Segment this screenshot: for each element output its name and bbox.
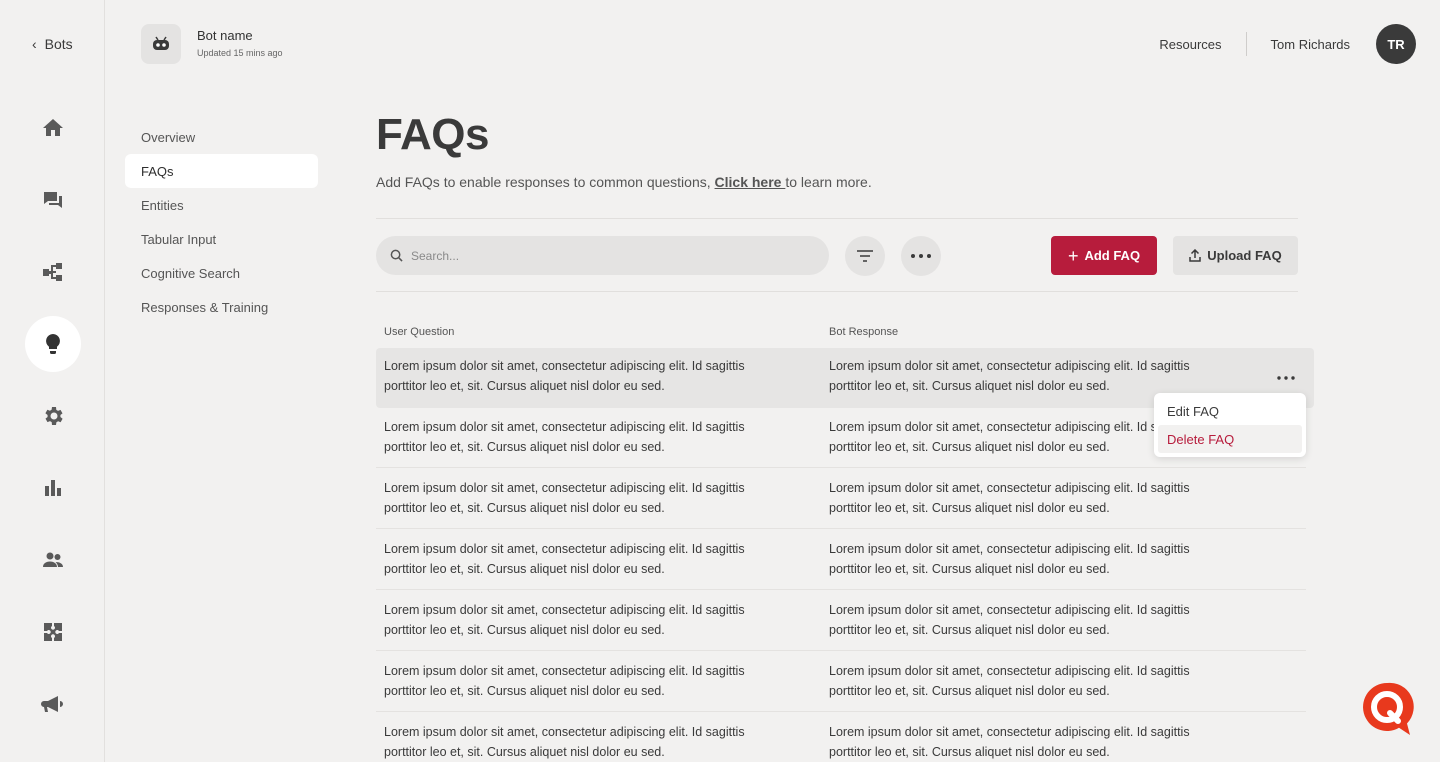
more-horizontal-icon [911, 254, 931, 258]
more-horizontal-icon [1277, 376, 1295, 380]
megaphone-icon [41, 696, 63, 712]
row-more-button[interactable] [1274, 368, 1298, 388]
rail-broadcasts[interactable] [25, 676, 81, 732]
back-label: Bots [44, 36, 73, 52]
page-desc-after: to learn more. [785, 174, 872, 190]
subnav-item-responses-training[interactable]: Responses & Training [125, 290, 318, 324]
row-divider [376, 528, 1306, 529]
upload-icon [1189, 249, 1202, 262]
table-row[interactable]: Lorem ipsum dolor sit amet, consectetur … [376, 714, 1306, 762]
filter-icon [857, 250, 873, 262]
users-icon [43, 552, 63, 567]
rail-integrations[interactable] [25, 604, 81, 660]
table-row[interactable]: Lorem ipsum dolor sit amet, consectetur … [376, 592, 1306, 652]
bot-response-cell: Lorem ipsum dolor sit amet, consectetur … [829, 725, 1190, 759]
home-icon [43, 119, 63, 136]
user-question-cell: Lorem ipsum dolor sit amet, consectetur … [384, 420, 745, 454]
lightbulb-icon [46, 334, 60, 354]
bot-response-cell: Lorem ipsum dolor sit amet, consectetur … [829, 481, 1190, 515]
rail-home[interactable] [25, 100, 81, 156]
column-header-question: User Question [384, 326, 455, 338]
rail-settings[interactable] [25, 388, 81, 444]
row-divider [376, 467, 1306, 468]
user-question-cell: Lorem ipsum dolor sit amet, consectetur … [384, 542, 745, 576]
bot-response-cell: Lorem ipsum dolor sit amet, consectetur … [829, 664, 1190, 698]
divider-toolbar [376, 291, 1298, 292]
left-rail: ‹ Bots [0, 0, 105, 762]
rail-knowledge[interactable] [25, 316, 81, 372]
table-row[interactable]: Lorem ipsum dolor sit amet, consectetur … [376, 470, 1306, 530]
page-desc-before: Add FAQs to enable responses to common q… [376, 174, 715, 190]
more-options-button[interactable] [901, 236, 941, 276]
filter-button[interactable] [845, 236, 885, 276]
delete-faq-menu-item[interactable]: Delete FAQ [1158, 425, 1302, 453]
search-bar[interactable] [376, 236, 829, 275]
flow-icon [43, 263, 62, 281]
row-context-menu: Edit FAQ Delete FAQ [1154, 393, 1306, 457]
subnav-item-entities[interactable]: Entities [125, 188, 318, 222]
bot-response-cell: Lorem ipsum dolor sit amet, consectetur … [829, 359, 1190, 393]
resources-link[interactable]: Resources [1159, 37, 1221, 52]
bot-response-cell: Lorem ipsum dolor sit amet, consectetur … [829, 603, 1190, 637]
header-divider [1245, 32, 1247, 56]
back-to-bots-link[interactable]: ‹ Bots [32, 36, 73, 52]
subnav-item-cognitive-search[interactable]: Cognitive Search [125, 256, 318, 290]
bot-updated-timestamp: Updated 15 mins ago [197, 48, 283, 58]
row-divider [376, 711, 1306, 712]
chat-icon [44, 192, 62, 208]
knowledge-subnav: Overview FAQs Entities Tabular Input Cog… [125, 120, 318, 324]
bot-name: Bot name [197, 28, 253, 43]
divider-top [376, 218, 1298, 219]
help-chat-button[interactable] [1360, 680, 1414, 738]
table-row[interactable]: Lorem ipsum dolor sit amet, consectetur … [376, 531, 1306, 591]
user-question-cell: Lorem ipsum dolor sit amet, consectetur … [384, 603, 745, 637]
page-description: Add FAQs to enable responses to common q… [376, 174, 872, 190]
chat-bubble-logo-icon [1363, 682, 1414, 735]
rail-flows[interactable] [25, 244, 81, 300]
rail-analytics[interactable] [25, 460, 81, 516]
search-input[interactable] [411, 248, 791, 263]
add-faq-button[interactable]: + Add FAQ [1051, 236, 1157, 275]
table-row[interactable]: Lorem ipsum dolor sit amet, consectetur … [376, 653, 1306, 713]
chevron-left-icon: ‹ [32, 36, 37, 52]
bot-response-cell: Lorem ipsum dolor sit amet, consectetur … [829, 420, 1190, 454]
search-icon [390, 249, 403, 262]
rail-users[interactable] [25, 532, 81, 588]
subnav-item-faqs[interactable]: FAQs [125, 154, 318, 188]
user-question-cell: Lorem ipsum dolor sit amet, consectetur … [384, 481, 745, 515]
bot-response-cell: Lorem ipsum dolor sit amet, consectetur … [829, 542, 1190, 576]
subnav-item-tabular-input[interactable]: Tabular Input [125, 222, 318, 256]
row-divider [376, 589, 1306, 590]
gear-icon [45, 407, 63, 425]
subnav-item-overview[interactable]: Overview [125, 120, 318, 154]
rail-conversations[interactable] [25, 172, 81, 228]
user-avatar[interactable]: TR [1376, 24, 1416, 64]
row-divider [376, 650, 1306, 651]
plus-icon: + [1067, 245, 1079, 266]
user-question-cell: Lorem ipsum dolor sit amet, consectetur … [384, 664, 745, 698]
learn-more-link[interactable]: Click here [715, 174, 786, 190]
top-right-bar: Resources Tom Richards TR [1159, 24, 1416, 64]
user-question-cell: Lorem ipsum dolor sit amet, consectetur … [384, 725, 745, 759]
puzzle-icon [44, 623, 62, 641]
bot-avatar [141, 24, 181, 64]
robot-icon [153, 36, 169, 50]
add-faq-label: Add FAQ [1084, 248, 1141, 263]
user-question-cell: Lorem ipsum dolor sit amet, consectetur … [384, 359, 745, 393]
edit-faq-menu-item[interactable]: Edit FAQ [1158, 397, 1302, 425]
user-name[interactable]: Tom Richards [1271, 37, 1350, 52]
page-title: FAQs [376, 110, 489, 159]
bar-chart-icon [45, 480, 61, 496]
upload-faq-label: Upload FAQ [1207, 248, 1282, 263]
column-header-response: Bot Response [829, 326, 899, 338]
upload-faq-button[interactable]: Upload FAQ [1173, 236, 1298, 275]
